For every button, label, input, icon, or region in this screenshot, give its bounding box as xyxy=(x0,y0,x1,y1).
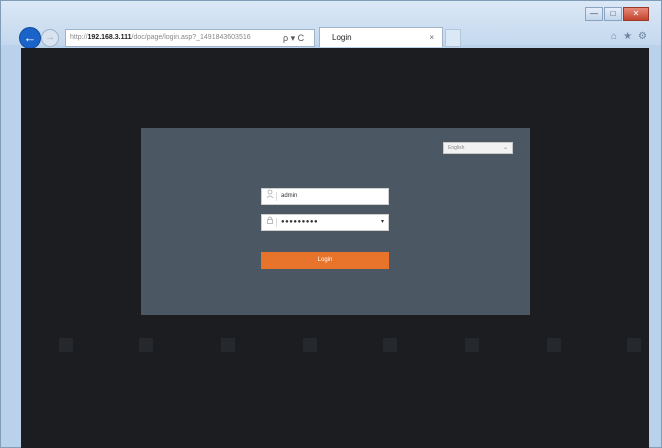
tab-title: Login xyxy=(332,33,352,42)
password-value: ●●●●●●●●● xyxy=(281,219,319,225)
minimize-button[interactable]: — xyxy=(585,7,603,21)
background-pattern xyxy=(21,338,649,352)
browser-tools: ⌂ ★ ⚙ xyxy=(611,31,647,42)
maximize-button[interactable]: □ xyxy=(604,7,622,21)
page-content: English ⌄ admin ●●●●●●●●● ▾ Login xyxy=(21,48,649,448)
caret-down-icon[interactable]: ▾ xyxy=(381,215,384,230)
background-tile xyxy=(303,338,317,352)
field-separator xyxy=(276,218,277,227)
favorites-icon[interactable]: ★ xyxy=(623,31,632,42)
background-tile xyxy=(465,338,479,352)
tab-close-icon[interactable]: × xyxy=(429,28,434,48)
background-tile xyxy=(383,338,397,352)
field-separator xyxy=(276,192,277,201)
close-button[interactable]: ✕ xyxy=(623,7,649,21)
language-value: English xyxy=(448,145,465,151)
background-tile xyxy=(627,338,641,352)
person-icon xyxy=(266,189,276,205)
forward-button[interactable]: → xyxy=(41,29,59,47)
window-controls: — □ ✕ xyxy=(584,7,649,21)
background-tile xyxy=(547,338,561,352)
address-path: /doc/page/login.asp?_1491843603516 xyxy=(131,34,251,41)
background-tile xyxy=(221,338,235,352)
login-button[interactable]: Login xyxy=(261,252,389,269)
address-search-refresh-icons[interactable]: ρ ▾ C xyxy=(283,29,304,47)
background-tile xyxy=(59,338,73,352)
username-value: admin xyxy=(281,193,298,199)
new-tab-button[interactable] xyxy=(445,29,461,47)
chevron-down-icon: ⌄ xyxy=(502,145,508,151)
password-field[interactable]: ●●●●●●●●● ▾ xyxy=(261,214,389,231)
tab-login[interactable]: Login × xyxy=(319,27,443,47)
login-panel: English ⌄ admin ●●●●●●●●● ▾ Login xyxy=(141,128,530,315)
address-host: 192.168.3.111 xyxy=(87,34,132,41)
back-button[interactable]: ← xyxy=(19,27,41,49)
browser-window: ← → http://192.168.3.111/doc/page/login.… xyxy=(0,0,662,448)
home-icon[interactable]: ⌂ xyxy=(611,31,617,42)
lock-icon xyxy=(266,215,276,231)
username-field[interactable]: admin xyxy=(261,188,389,205)
language-select[interactable]: English ⌄ xyxy=(443,142,513,154)
address-prefix: http:// xyxy=(70,34,88,41)
address-bar[interactable]: http://192.168.3.111/doc/page/login.asp?… xyxy=(65,29,315,47)
settings-icon[interactable]: ⚙ xyxy=(638,31,647,42)
background-tile xyxy=(139,338,153,352)
browser-titlebar: ← → http://192.168.3.111/doc/page/login.… xyxy=(1,1,661,49)
